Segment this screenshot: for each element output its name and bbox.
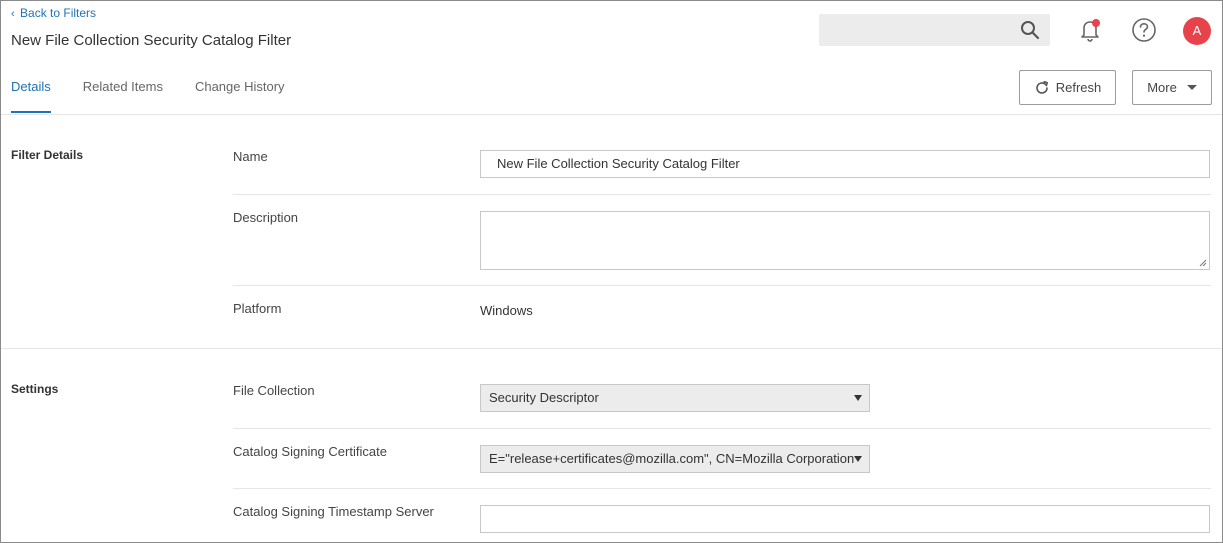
page-title: New File Collection Security Catalog Fil… <box>11 32 292 49</box>
row-divider <box>233 488 1211 489</box>
help-button[interactable] <box>1131 17 1157 43</box>
resize-grip-icon[interactable] <box>1199 259 1207 267</box>
chevron-left-icon: ‹ <box>11 8 15 20</box>
tab-related-items[interactable]: Related Items <box>83 79 163 113</box>
timestamp-server-field[interactable] <box>480 505 1210 533</box>
app-frame: ‹ Back to Filters New File Collection Se… <box>0 0 1223 543</box>
search-input[interactable] <box>819 14 1050 46</box>
refresh-label: Refresh <box>1055 80 1102 95</box>
section-title-filter-details: Filter Details <box>11 148 84 162</box>
timestamp-server-label: Catalog Signing Timestamp Server <box>233 504 434 519</box>
row-divider <box>233 194 1211 195</box>
dropdown-arrow-icon <box>854 456 862 462</box>
catalog-cert-select[interactable]: E="release+certificates@mozilla.com", CN… <box>480 445 870 473</box>
tab-details[interactable]: Details <box>11 79 51 113</box>
catalog-cert-value: E="release+certificates@mozilla.com", CN… <box>489 451 855 466</box>
help-icon <box>1132 18 1156 42</box>
avatar[interactable]: A <box>1183 17 1211 45</box>
platform-label: Platform <box>233 301 282 316</box>
back-link-label: Back to Filters <box>20 6 97 20</box>
row-divider <box>233 428 1211 429</box>
file-collection-select[interactable]: Security Descriptor <box>480 384 870 412</box>
search-icon[interactable] <box>1020 20 1040 40</box>
description-field[interactable] <box>480 211 1210 270</box>
refresh-icon <box>1035 80 1048 94</box>
row-divider <box>233 285 1211 286</box>
platform-value: Windows <box>480 303 533 318</box>
refresh-button[interactable]: Refresh <box>1019 70 1116 105</box>
caret-down-icon <box>1186 85 1197 90</box>
notifications-button[interactable] <box>1078 17 1102 43</box>
tab-change-history[interactable]: Change History <box>195 79 285 113</box>
header-divider <box>1 114 1222 115</box>
bell-icon <box>1081 19 1100 42</box>
notification-dot <box>1092 19 1100 27</box>
file-collection-value: Security Descriptor <box>489 390 599 405</box>
name-field[interactable]: New File Collection Security Catalog Fil… <box>480 150 1210 178</box>
more-button[interactable]: More <box>1132 70 1212 105</box>
name-label: Name <box>233 149 268 164</box>
tab-bar: Details Related Items Change History <box>11 79 317 113</box>
file-collection-label: File Collection <box>233 383 315 398</box>
back-to-filters-link[interactable]: ‹ Back to Filters <box>11 6 96 20</box>
catalog-cert-label: Catalog Signing Certificate <box>233 444 387 459</box>
description-label: Description <box>233 210 299 225</box>
more-label: More <box>1147 80 1177 95</box>
dropdown-arrow-icon <box>854 395 862 401</box>
section-title-settings: Settings <box>11 382 59 396</box>
section-divider <box>1 348 1222 349</box>
